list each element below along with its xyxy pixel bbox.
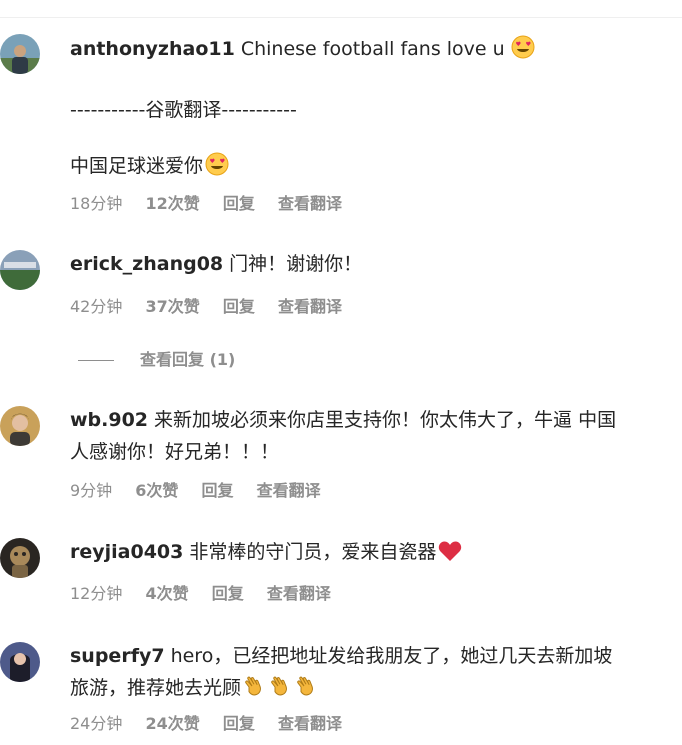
reply-button[interactable]: 回复 <box>223 714 255 733</box>
timestamp: 9分钟 <box>70 481 113 500</box>
likes-count[interactable]: 12次赞 <box>145 194 199 213</box>
comment-text: 非常棒的守门员，爱来自瓷器 <box>189 541 437 563</box>
timestamp: 12分钟 <box>70 584 123 603</box>
reply-button[interactable]: 回复 <box>202 481 234 500</box>
avatar[interactable] <box>0 34 40 74</box>
reply-button[interactable]: 回复 <box>223 194 255 213</box>
clap-icon <box>269 674 293 708</box>
username[interactable]: anthonyzhao11 <box>70 38 235 60</box>
comment-body: wb.902 来新加坡必须来你店里支持你！你太伟大了，牛逼 中国 人感谢你！好兄弟… <box>70 404 678 468</box>
comment-text: Chinese football fans love u <box>240 38 505 60</box>
reply-button[interactable]: 回复 <box>212 584 244 603</box>
red-heart-icon <box>438 540 462 572</box>
username[interactable]: erick_zhang08 <box>70 253 223 275</box>
comment-text-line2: 人感谢你！好兄弟！！！ <box>70 441 280 463</box>
comment-body: superfy7 hero，已经把地址发给我朋友了，她过几天去新加坡 旅游，推荐她… <box>70 640 678 708</box>
heart-eyes-icon <box>511 35 535 69</box>
view-replies-label: 查看回复 (1) <box>140 350 236 369</box>
see-translation-button[interactable]: 查看翻译 <box>278 714 342 733</box>
likes-count[interactable]: 4次赞 <box>145 584 188 603</box>
see-translation-button[interactable]: 查看翻译 <box>257 481 321 500</box>
comment-meta: 9分钟 6次赞 回复 查看翻译 <box>70 477 339 501</box>
likes-count[interactable]: 37次赞 <box>145 297 199 316</box>
top-divider <box>0 17 682 18</box>
comment-text-line2: 旅游，推荐她去光顾 <box>70 677 242 699</box>
username[interactable]: wb.902 <box>70 409 148 431</box>
heart-eyes-icon <box>205 152 229 186</box>
timestamp: 24分钟 <box>70 714 123 733</box>
likes-count[interactable]: 24次赞 <box>145 714 199 733</box>
translation-separator: -----------谷歌翻译----------- <box>70 99 297 121</box>
timestamp: 18分钟 <box>70 194 123 213</box>
comment-meta: 18分钟 12次赞 回复 查看翻译 <box>70 190 360 214</box>
comment-text: 门神！谢谢你！ <box>229 253 363 275</box>
comment-body: reyjia0403 非常棒的守门员，爱来自瓷器 <box>70 536 678 572</box>
comment-meta: 24分钟 24次赞 回复 查看翻译 <box>70 710 360 734</box>
reply-button[interactable]: 回复 <box>223 297 255 316</box>
see-translation-button[interactable]: 查看翻译 <box>278 297 342 316</box>
avatar[interactable] <box>0 406 40 446</box>
see-translation-button[interactable]: 查看翻译 <box>267 584 331 603</box>
likes-count[interactable]: 6次赞 <box>135 481 178 500</box>
comment-body: erick_zhang08 门神！谢谢你！ <box>70 248 678 280</box>
avatar[interactable] <box>0 642 40 682</box>
comment-text-line1: hero，已经把地址发给我朋友了，她过几天去新加坡 <box>170 645 613 667</box>
avatar[interactable] <box>0 538 40 578</box>
comment-body: anthonyzhao11 Chinese football fans love … <box>70 33 678 186</box>
comment-meta: 42分钟 37次赞 回复 查看翻译 <box>70 293 360 317</box>
see-translation-button[interactable]: 查看翻译 <box>278 194 342 213</box>
view-replies-button[interactable]: 查看回复 (1) <box>78 346 235 370</box>
username[interactable]: reyjia0403 <box>70 541 183 563</box>
comment-text-line1: 来新加坡必须来你店里支持你！你太伟大了，牛逼 中国 <box>154 409 617 431</box>
replies-divider <box>78 360 114 361</box>
clap-icon <box>243 674 267 708</box>
avatar[interactable] <box>0 250 40 290</box>
comment-meta: 12分钟 4次赞 回复 查看翻译 <box>70 580 349 604</box>
username[interactable]: superfy7 <box>70 645 165 667</box>
timestamp: 42分钟 <box>70 297 123 316</box>
translated-text: 中国足球迷爱你 <box>70 155 204 177</box>
clap-icon <box>295 674 319 708</box>
